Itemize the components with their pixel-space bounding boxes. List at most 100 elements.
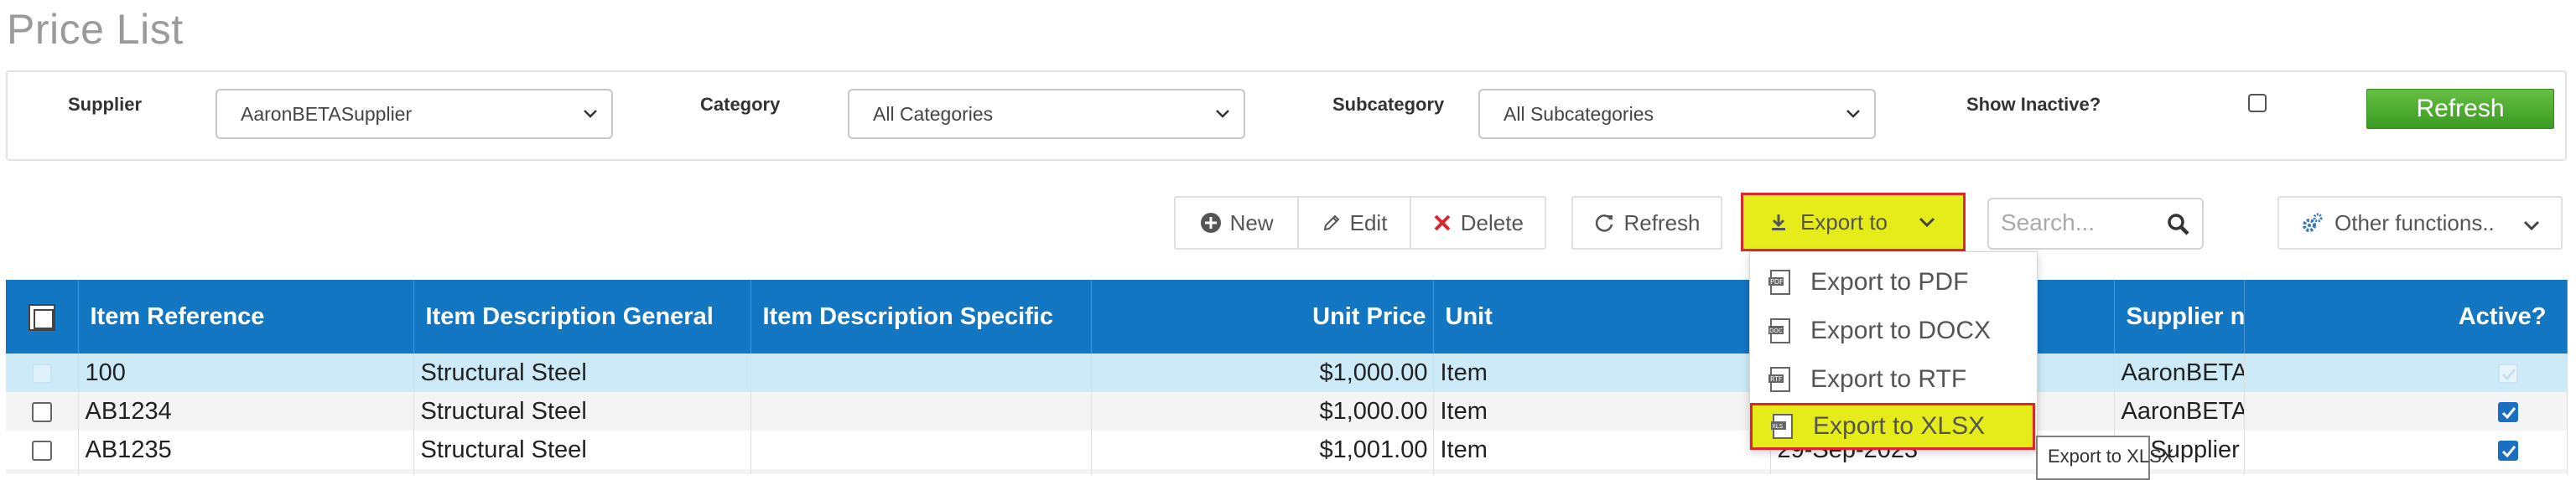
export-to-rtf-label: Export to RTF (1810, 365, 1967, 393)
filter-refresh-button[interactable]: Refresh (2366, 89, 2554, 129)
new-button[interactable]: New (1176, 198, 1297, 248)
column-header-supplier-name[interactable]: Supplier name (2114, 280, 2245, 354)
export-to-docx-label: Export to DOCX (1810, 317, 1992, 344)
cell-unit-price: $1,001.00 (1091, 431, 1434, 469)
search-box (1987, 198, 2204, 250)
subcategory-select-value: All Subcategories (1504, 103, 1654, 125)
toolbar-refresh-button[interactable]: Refresh (1573, 198, 1721, 248)
subcategory-select[interactable]: All Subcategories (1478, 89, 1876, 139)
cell-item-reference: AB1234 (78, 392, 414, 431)
export-dropdown-menu: PDF Export to PDF DOC Export to DOCX RTF… (1749, 251, 2038, 450)
row-select-cell[interactable] (6, 354, 79, 392)
column-header-unit[interactable]: Unit (1433, 280, 1771, 354)
row-checkbox[interactable] (31, 440, 52, 461)
supplier-select[interactable]: AaronBETASupplier (216, 89, 613, 139)
xlsx-file-icon: XLS (1771, 414, 1793, 439)
export-to-xlsx-label: Export to XLSX (1813, 412, 1986, 440)
select-all-header[interactable] (6, 280, 79, 354)
supplier-label: Supplier (68, 94, 143, 115)
export-to-xlsx-item[interactable]: XLS Export to XLSX (1750, 403, 2035, 450)
search-icon[interactable] (2167, 213, 2190, 236)
chevron-down-icon (581, 90, 600, 137)
row-checkbox[interactable] (31, 401, 52, 422)
cell-unit-price: $1,000.00 (1091, 392, 1434, 431)
cell-unit: Item (1433, 354, 1771, 392)
subcategory-label: Subcategory (1332, 94, 1445, 115)
active-checkbox[interactable] (2497, 440, 2518, 461)
edit-button[interactable]: Edit (1297, 198, 1409, 248)
show-inactive-label: Show Inactive? (1966, 94, 2101, 115)
cell-item-description-specific (750, 431, 1092, 469)
column-header-item-description-specific[interactable]: Item Description Specific (750, 280, 1092, 354)
row-select-cell[interactable] (6, 469, 79, 474)
category-select-value: All Categories (873, 103, 994, 125)
active-checkbox[interactable] (2497, 363, 2518, 384)
chevron-down-icon (1919, 217, 1935, 228)
filter-panel: Supplier AaronBETASupplier Category All … (6, 70, 2567, 161)
cell-item-description-general: Structural Steel (413, 392, 751, 431)
category-label: Category (700, 94, 781, 115)
cell-item-description-general: Structural Steel (413, 431, 751, 469)
table-row[interactable]: 100 Structural Steel $1,000.00 Item Aaro… (6, 354, 2568, 392)
refresh-icon (1596, 214, 1613, 232)
export-xlsx-tooltip: Export to XLSX (2036, 436, 2174, 480)
docx-file-icon: DOC (1768, 318, 1790, 343)
row-select-cell[interactable] (6, 431, 79, 469)
cell-item-reference: 100 (78, 354, 414, 392)
cell-item-description-specific (750, 354, 1092, 392)
export-to-docx-item[interactable]: DOC Export to DOCX (1750, 307, 2037, 354)
category-select[interactable]: All Categories (848, 89, 1245, 139)
svg-text:DOC: DOC (1769, 328, 1783, 334)
rtf-file-icon: RTF (1768, 367, 1790, 392)
download-icon (1771, 214, 1785, 230)
export-to-pdf-label: Export to PDF (1810, 268, 1969, 296)
plus-circle-icon (1200, 213, 1221, 233)
pencil-icon (1323, 214, 1340, 231)
row-select-cell[interactable] (6, 392, 79, 431)
table-row[interactable]: AB1234 Structural Steel $1,000.00 Item A… (6, 392, 2568, 431)
select-all-checkbox[interactable] (28, 303, 55, 331)
toolbar-refresh-label: Refresh (1623, 209, 1701, 235)
edit-button-label: Edit (1349, 209, 1388, 235)
cell-active (2244, 431, 2568, 469)
close-icon (1434, 214, 1451, 231)
column-header-item-reference[interactable]: Item Reference (78, 280, 414, 354)
crud-button-group: New Edit Delete (1174, 196, 1546, 250)
chevron-down-icon (1213, 90, 1232, 137)
svg-text:PDF: PDF (1770, 278, 1784, 286)
cell-item-reference: AB1235 (78, 431, 414, 469)
search-input[interactable] (2001, 199, 2168, 246)
price-list-grid: Item Reference Item Description General … (6, 280, 2568, 474)
export-to-button[interactable]: Export to (1741, 193, 1966, 251)
other-functions-button[interactable]: Other functions.. (2277, 196, 2563, 250)
svg-text:RTF: RTF (1770, 375, 1783, 383)
table-row[interactable] (6, 469, 2568, 474)
pdf-file-icon: PDF (1768, 270, 1790, 295)
cell-supplier-name: AaronBETASupplier (2114, 392, 2245, 431)
column-header-active[interactable]: Active? (2244, 280, 2568, 354)
active-checkbox[interactable] (2497, 401, 2518, 422)
export-to-rtf-item[interactable]: RTF Export to RTF (1750, 356, 2037, 403)
cell-unit: Item (1433, 431, 1771, 469)
refresh-button-group: Refresh (1571, 196, 1722, 250)
export-to-pdf-item[interactable]: PDF Export to PDF (1750, 259, 2037, 306)
cell-unit: Item (1433, 392, 1771, 431)
gears-icon (2303, 213, 2323, 232)
chevron-down-icon (1844, 90, 1862, 137)
column-header-item-description-general[interactable]: Item Description General (413, 280, 751, 354)
delete-button[interactable]: Delete (1409, 198, 1545, 248)
page-title: Price List (7, 6, 184, 53)
grid-header-row: Item Reference Item Description General … (6, 280, 2568, 354)
show-inactive-checkbox[interactable] (2248, 94, 2267, 112)
row-checkbox[interactable] (31, 363, 52, 384)
table-row[interactable]: AB1235 Structural Steel $1,001.00 Item 2… (6, 431, 2568, 469)
svg-text:XLS: XLS (1772, 423, 1784, 430)
cell-active (2244, 392, 2568, 431)
cell-supplier-name: AaronBETASupplier (2114, 354, 2245, 392)
cell-item-description-specific (750, 392, 1092, 431)
supplier-select-value: AaronBETASupplier (241, 103, 413, 125)
column-header-unit-price[interactable]: Unit Price (1091, 280, 1434, 354)
new-button-label: New (1229, 209, 1274, 235)
other-functions-label: Other functions.. (2334, 209, 2495, 235)
cell-unit-price: $1,000.00 (1091, 354, 1434, 392)
